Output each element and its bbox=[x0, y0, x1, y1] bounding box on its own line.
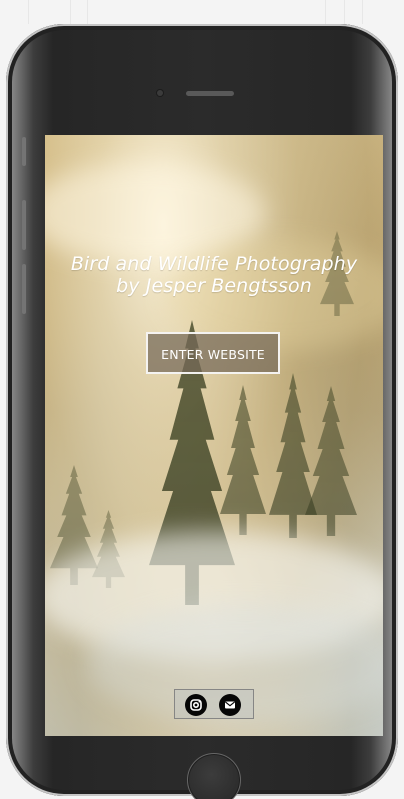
background-tree bbox=[305, 386, 357, 536]
phone-frame: Bird and Wildlife Photography by Jesper … bbox=[6, 24, 398, 799]
front-camera-icon bbox=[157, 90, 163, 96]
background-grid-line bbox=[87, 0, 88, 24]
phone-mockup-page: Bird and Wildlife Photography by Jesper … bbox=[0, 0, 404, 799]
background-grid-line bbox=[362, 0, 363, 24]
volume-mute-button bbox=[22, 137, 26, 166]
home-button[interactable] bbox=[187, 753, 241, 799]
hero-title-line-1: Bird and Wildlife Photography bbox=[70, 253, 358, 275]
background-grid-line bbox=[344, 0, 345, 24]
speaker-grille bbox=[186, 91, 234, 96]
background-grid-line bbox=[28, 0, 29, 24]
hero-title-line-2: by Jesper Bengtsson bbox=[116, 275, 312, 297]
enter-website-button[interactable]: ENTER WEBSITE bbox=[146, 332, 280, 374]
social-links-box bbox=[174, 689, 254, 719]
volume-up-button bbox=[22, 200, 26, 250]
mail-icon[interactable] bbox=[219, 694, 241, 716]
hero-title: Bird and Wildlife Photography by Jesper … bbox=[45, 253, 383, 297]
instagram-icon[interactable] bbox=[185, 694, 207, 716]
background-tree bbox=[220, 385, 266, 535]
background-grid-line bbox=[70, 0, 71, 24]
volume-down-button bbox=[22, 264, 26, 314]
phone-screen: Bird and Wildlife Photography by Jesper … bbox=[45, 135, 383, 736]
background-grid-line bbox=[325, 0, 326, 24]
